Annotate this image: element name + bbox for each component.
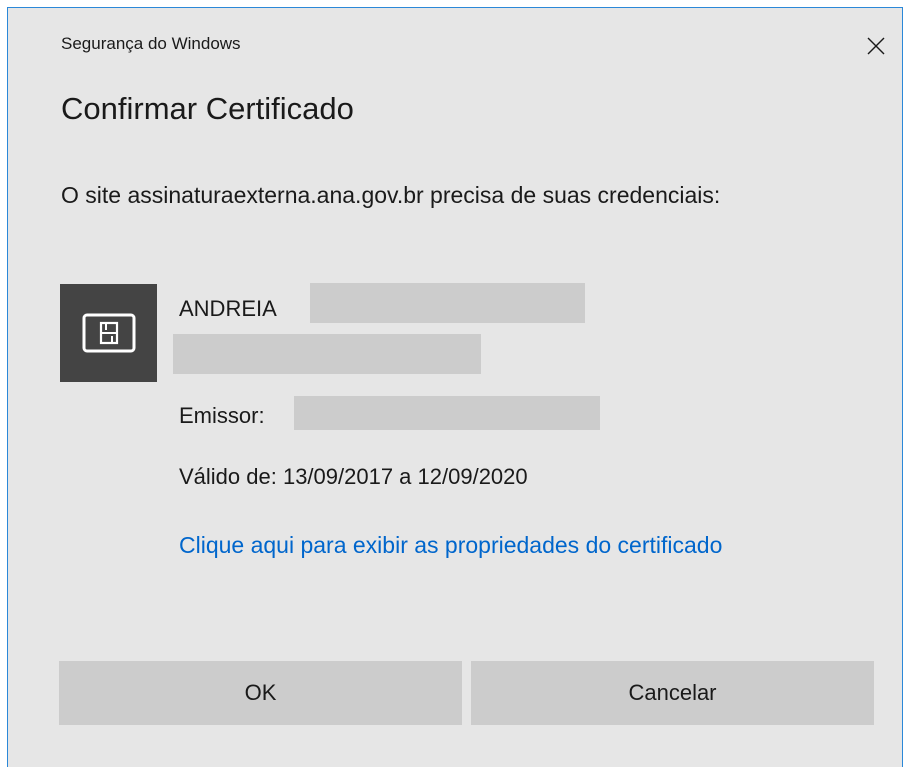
dialog-heading: Confirmar Certificado	[61, 91, 354, 126]
redacted-detail-block	[173, 334, 481, 374]
close-icon	[867, 37, 885, 55]
windows-security-dialog: Segurança do Windows Confirmar Certifica…	[7, 7, 903, 767]
close-button[interactable]	[856, 26, 896, 66]
certificate-properties-link[interactable]: Clique aqui para exibir as propriedades …	[179, 528, 799, 562]
certificate-validity: Válido de: 13/09/2017 a 12/09/2020	[179, 464, 528, 489]
redacted-issuer-block	[294, 396, 600, 430]
smartcard-icon	[82, 313, 135, 353]
dialog-window-title: Segurança do Windows	[61, 34, 241, 53]
certificate-subject-name: ANDREIA	[179, 296, 277, 321]
certificate-issuer-label: Emissor:	[179, 403, 265, 428]
certificate-tile	[60, 284, 157, 382]
credentials-message: O site assinaturaexterna.ana.gov.br prec…	[61, 182, 721, 208]
cancel-button[interactable]: Cancelar	[471, 661, 874, 725]
ok-button[interactable]: OK	[59, 661, 462, 725]
redacted-name-block	[310, 283, 585, 323]
